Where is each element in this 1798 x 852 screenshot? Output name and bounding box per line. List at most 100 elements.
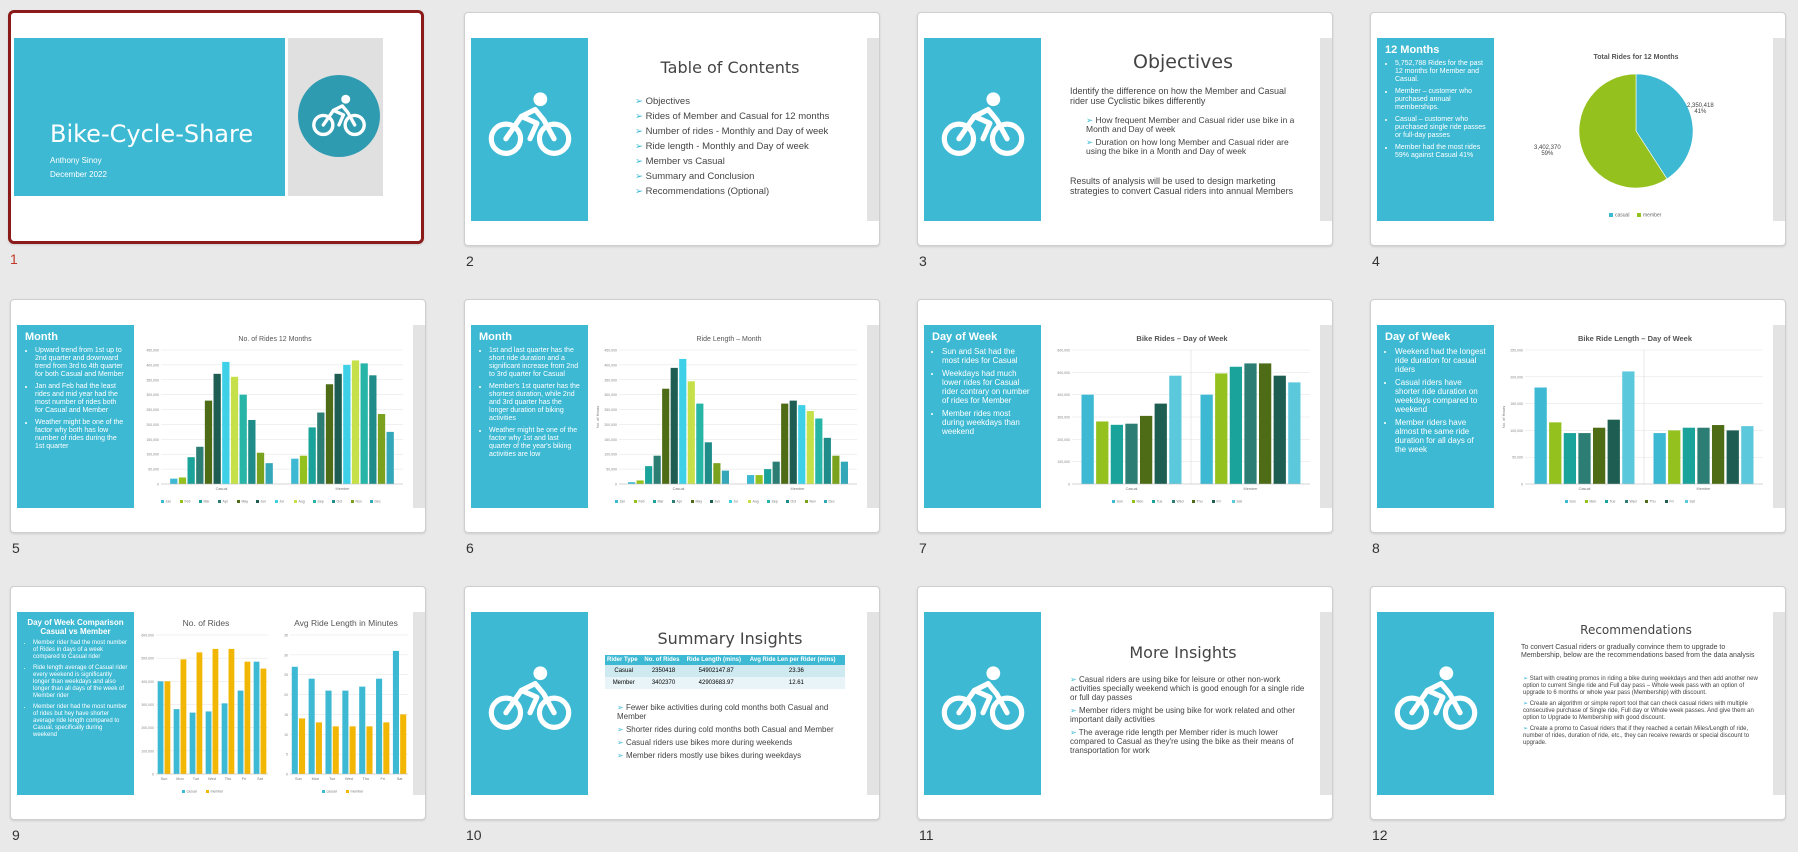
bullet: Sun and Sat had the most rides for Casua… (942, 347, 1033, 365)
insights-list: Casual riders are using bike for leisure… (1070, 675, 1308, 759)
slide-thumbnail-10[interactable]: Summary Insights Rider Type No. of Rides… (464, 586, 884, 848)
bar (317, 412, 325, 484)
bullet: Weekend had the longest ride duration fo… (1395, 347, 1486, 374)
legend-swatch (691, 500, 694, 503)
slide-thumbnail-4[interactable]: 12 Months 5,752,788 Rides for the past 1… (1370, 12, 1790, 274)
slide-2[interactable]: Table of Contents Objectives Rides of Me… (464, 12, 880, 246)
bar-chart: Bike Rides – Day of Week 0 100,000 200,000 3… (1057, 334, 1310, 504)
gray-strip (867, 325, 879, 508)
y-tick-label: 20 (284, 693, 288, 697)
bike-icon (298, 75, 380, 157)
slide-thumbnail-3[interactable]: Objectives Identify the difference on ho… (917, 12, 1337, 274)
slide-thumbnail-1[interactable]: Bike-Cycle-Share Anthony Sinoy December … (8, 10, 428, 272)
slide-1[interactable]: Bike-Cycle-Share Anthony Sinoy December … (8, 10, 424, 244)
slide-4[interactable]: 12 Months 5,752,788 Rides for the past 1… (1370, 12, 1786, 246)
legend-swatch (1625, 500, 1628, 503)
legend-label: Fri (1217, 500, 1221, 504)
bar (228, 648, 235, 774)
toc-item: Objectives (635, 96, 829, 107)
accent-panel: Month 1st and last quarter has the short… (471, 325, 588, 508)
slide-10[interactable]: Summary Insights Rider Type No. of Rides… (464, 586, 880, 820)
y-tick-label: 600,000 (1057, 349, 1070, 353)
accent-panel: Day of Week Comparison Casual vs Member … (17, 612, 134, 795)
slide-11[interactable]: More Insights Casual riders are using bi… (917, 586, 1333, 820)
bar (823, 437, 831, 484)
table-row: Casual 2350418 54902147.87 23.36 (605, 665, 845, 677)
slide-3[interactable]: Objectives Identify the difference on ho… (917, 12, 1333, 246)
accent-panel (471, 38, 588, 221)
bar (1273, 375, 1286, 484)
x-tick-label: Casual (216, 487, 228, 491)
slide-7[interactable]: Day of Week Sun and Sat had the most rid… (917, 299, 1333, 533)
legend-label: Jan (620, 500, 626, 504)
slide-thumbnail-9[interactable]: Day of Week Comparison Casual vs Member … (10, 586, 430, 848)
bar (392, 650, 399, 774)
bar (205, 711, 212, 774)
panel-bullets: 5,752,788 Rides for the past 12 months f… (1385, 60, 1486, 160)
slide-5[interactable]: Month Upward trend from 1st up to 2nd qu… (10, 299, 426, 533)
legend-swatch (615, 500, 618, 503)
y-tick-label: 100,000 (146, 453, 159, 457)
recommendations-list: Start with creating promos in riding a b… (1523, 676, 1763, 751)
y-tick-label: 450,000 (604, 349, 617, 353)
x-tick-label: Fri (242, 777, 247, 781)
bar (1096, 421, 1109, 484)
bullet: Weather might be one of the factor why b… (35, 419, 126, 451)
bar (386, 431, 394, 484)
x-tick-label: Mon (312, 777, 319, 781)
legend-swatch (313, 500, 316, 503)
slide-thumbnail-2[interactable]: Table of Contents Objectives Rides of Me… (464, 12, 884, 274)
title-banner: Bike-Cycle-Share Anthony Sinoy December … (14, 38, 285, 196)
bullet: Casual – customer who purchased single r… (1395, 116, 1486, 140)
slide-thumbnail-6[interactable]: Month 1st and last quarter has the short… (464, 299, 884, 561)
slide-8[interactable]: Day of Week Weekend had the longest ride… (1370, 299, 1786, 533)
panel-title: Day of Week (1385, 331, 1451, 343)
bar (696, 403, 704, 484)
slide-thumbnail-11[interactable]: More Insights Casual riders are using bi… (917, 586, 1337, 848)
legend-label: Feb (639, 500, 645, 504)
legend-swatch (1152, 500, 1155, 503)
gray-strip (867, 612, 879, 795)
slide-thumbnail-8[interactable]: Day of Week Weekend had the longest ride… (1370, 299, 1790, 561)
legend-label: Sat (1237, 500, 1242, 504)
slide-thumbnail-7[interactable]: Day of Week Sun and Sat had the most rid… (917, 299, 1337, 561)
bar (332, 726, 339, 774)
y-tick-label: 50,000 (606, 468, 617, 472)
y-tick-label: 400,000 (604, 363, 617, 367)
legend-swatch (672, 500, 675, 503)
y-tick-label: 5 (286, 753, 288, 757)
gray-strip (1773, 38, 1785, 221)
bar (1110, 424, 1124, 484)
legend-swatch (1605, 500, 1608, 503)
y-tick-label: 0 (615, 483, 617, 487)
bar (178, 477, 187, 484)
panel-bullets: 1st and last quarter has the short ride … (479, 347, 580, 459)
bar (164, 681, 171, 774)
presentation-title: Bike-Cycle-Share (50, 120, 254, 148)
slide-12[interactable]: Recommendations To convert Casual riders… (1370, 586, 1786, 820)
legend-swatch (275, 500, 278, 503)
bar (1741, 426, 1754, 484)
legend-label: Mon (1137, 500, 1144, 504)
legend-label: casual (1615, 213, 1629, 219)
slide-thumbnail-5[interactable]: Month Upward trend from 1st up to 2nd qu… (10, 299, 430, 561)
bike-icon (1394, 666, 1478, 730)
slide-9[interactable]: Day of Week Comparison Casual vs Member … (10, 586, 426, 820)
bar (400, 714, 407, 774)
slide-title: Objectives (1133, 51, 1233, 73)
recommendation-item: Create a promo to Casual riders that if … (1523, 726, 1763, 747)
bar (832, 455, 840, 484)
slide-thumbnail-12[interactable]: Recommendations To convert Casual riders… (1370, 586, 1790, 848)
bullet: Ride length average of Casual rider ever… (33, 665, 128, 700)
chart-title: Total Rides for 12 Months (1593, 54, 1678, 61)
legend-swatch (1232, 500, 1235, 503)
slide-6[interactable]: Month 1st and last quarter has the short… (464, 299, 880, 533)
bar (230, 376, 239, 484)
legend-swatch (322, 790, 325, 793)
legend-swatch (729, 500, 732, 503)
bar (1682, 427, 1696, 484)
bar (1081, 394, 1094, 484)
chart-title: Ride Length – Month (697, 336, 762, 343)
bar (1563, 433, 1577, 484)
table-cell: 3402370 (651, 680, 676, 686)
